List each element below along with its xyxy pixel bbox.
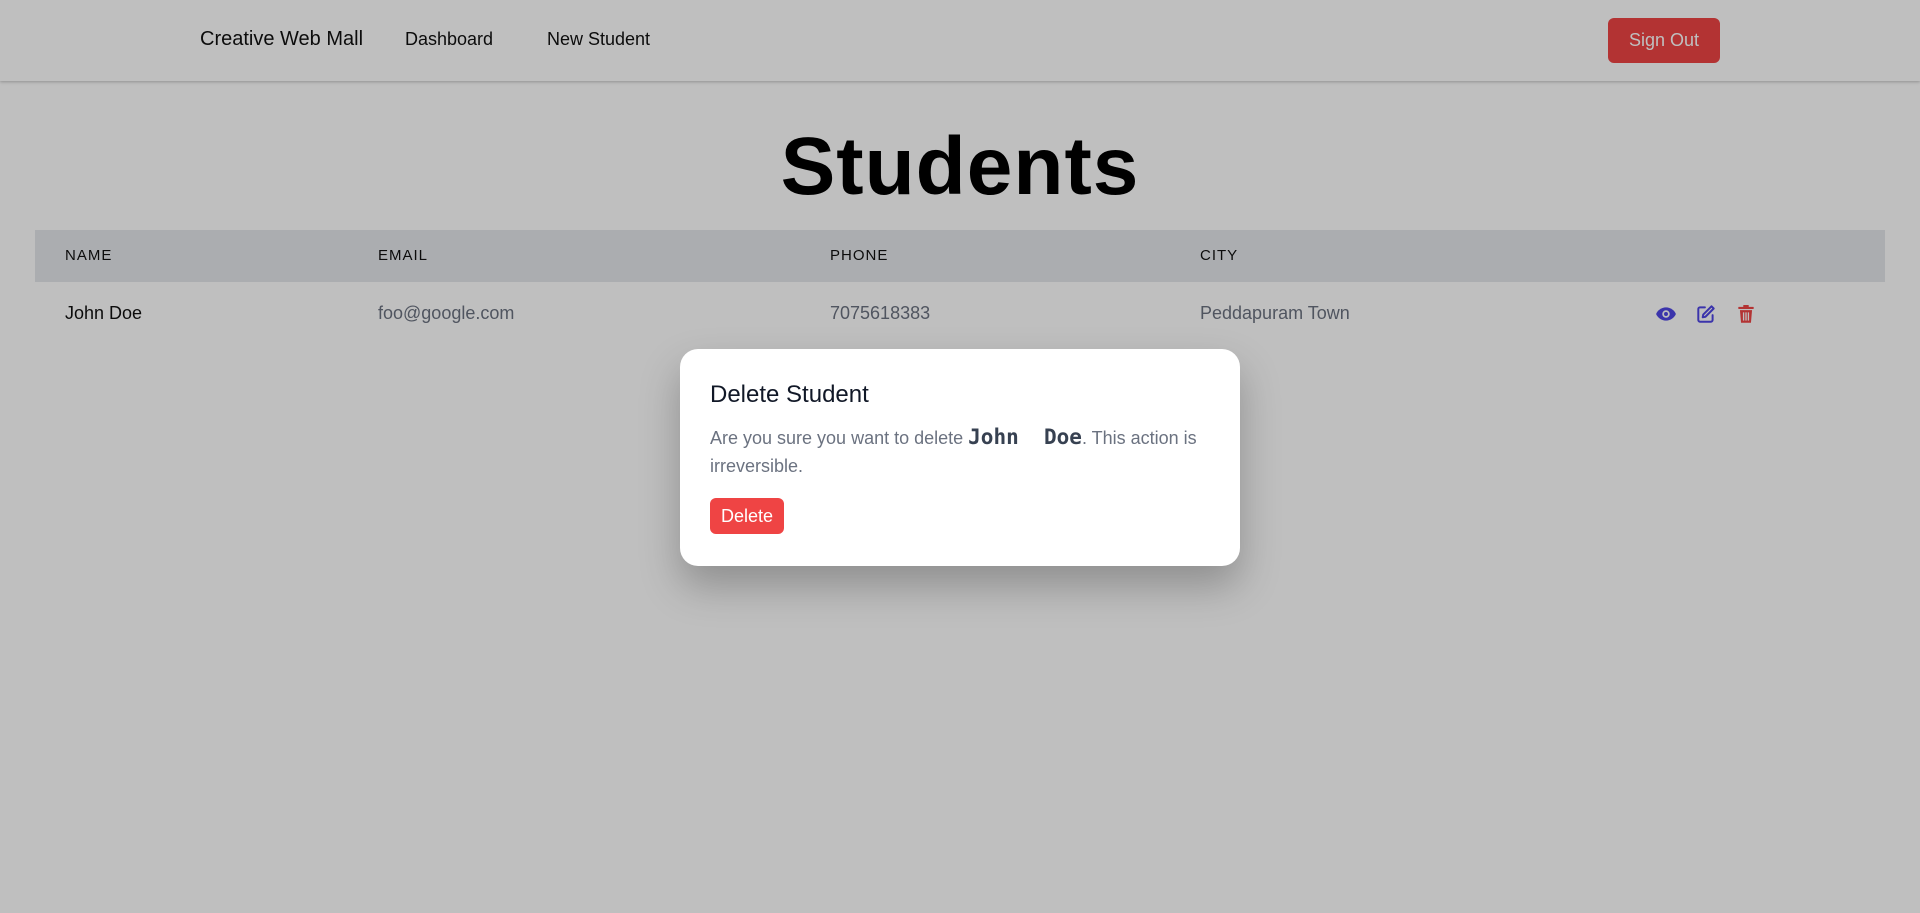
modal-message-text: Are you sure you want to delete (710, 428, 969, 448)
modal-title: Delete Student (710, 381, 869, 408)
modal-student-name: John Doe (968, 425, 1082, 449)
delete-student-modal: Delete Student Are you sure you want to … (680, 349, 1240, 566)
delete-button[interactable]: Delete (710, 498, 785, 534)
modal-message: Are you sure you want to delete John Doe… (710, 423, 1210, 480)
page: Creative Web Mall Dashboard New Student … (0, 0, 1920, 913)
